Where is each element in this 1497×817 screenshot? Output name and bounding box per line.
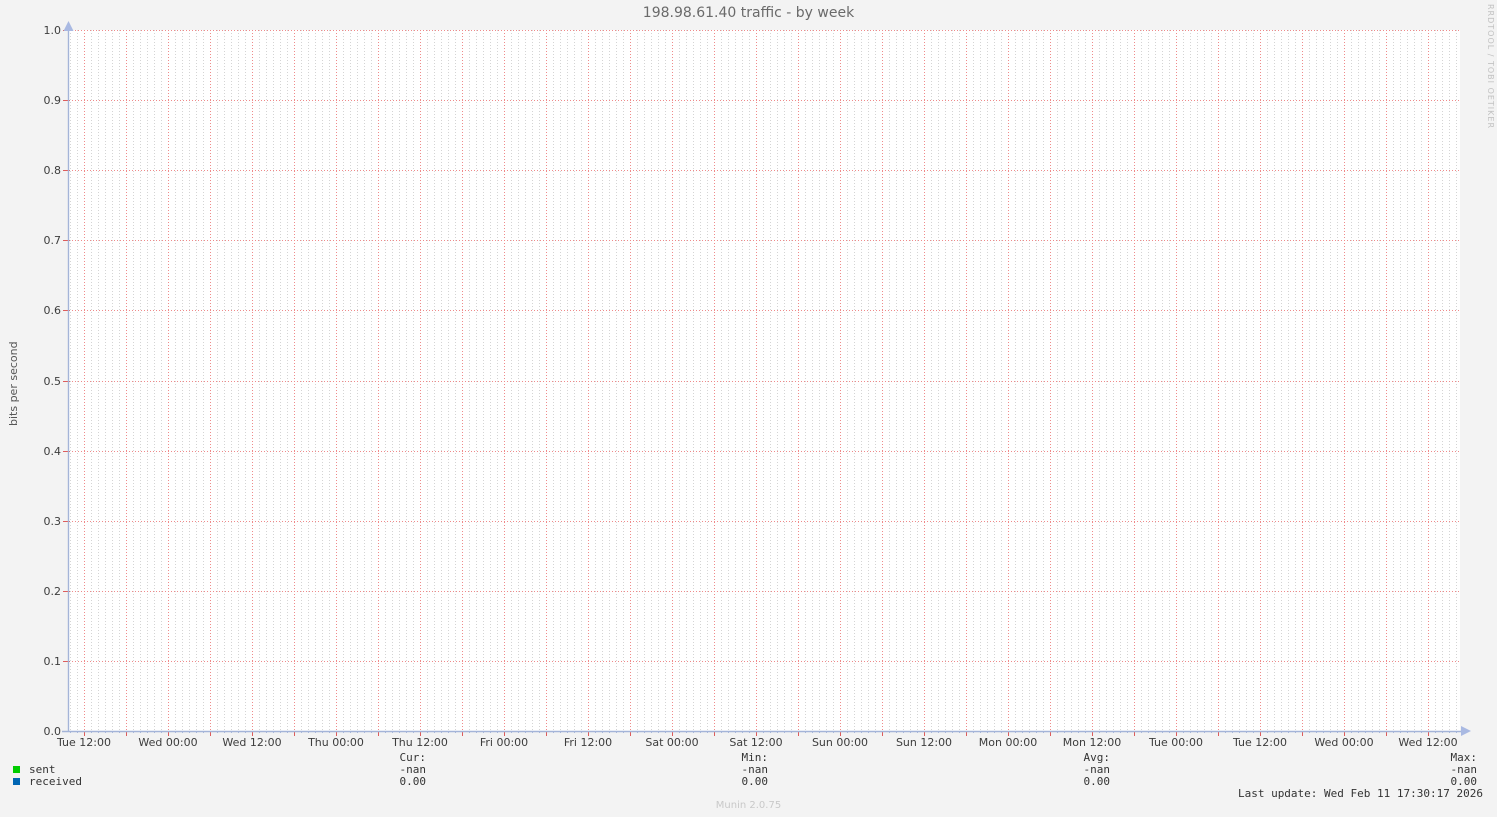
- column-header-min: Min:: [741, 751, 769, 764]
- sent-cur-value: -nan: [399, 763, 427, 776]
- received-max-value: 0.00: [1450, 775, 1478, 788]
- sent-avg-value: -nan: [1083, 763, 1111, 776]
- y-tick-label: 0.2: [44, 585, 62, 598]
- y-tick-label: 0.9: [44, 94, 62, 107]
- sent-swatch: [13, 766, 20, 773]
- x-tick-label: Sun 12:00: [896, 736, 952, 749]
- y-axis-label: bits per second: [7, 341, 20, 426]
- received-avg-value: 0.00: [1083, 775, 1111, 788]
- received-min-value: 0.00: [741, 775, 769, 788]
- x-tick-label: Wed 12:00: [222, 736, 281, 749]
- rrdtool-watermark: RRDTOOL / TOBI OETIKER: [1486, 4, 1495, 130]
- munin-version: Munin 2.0.75: [715, 800, 782, 811]
- legend-label-sent: sent: [29, 763, 56, 776]
- y-tick-label: 1.0: [44, 24, 62, 37]
- x-tick-label: Wed 00:00: [138, 736, 197, 749]
- x-tick-label: Fri 00:00: [480, 736, 528, 749]
- y-tick-label: 0.3: [44, 515, 62, 528]
- y-axis-arrow: [63, 21, 74, 31]
- x-tick-label: Sat 12:00: [729, 736, 782, 749]
- column-header-max: Max:: [1450, 751, 1478, 764]
- x-tick-label: Wed 12:00: [1398, 736, 1457, 749]
- received-cur-value: 0.00: [399, 775, 427, 788]
- x-tick-label: Mon 00:00: [979, 736, 1037, 749]
- y-tick-label: 0.6: [44, 304, 62, 317]
- y-tick-label: 0.5: [44, 375, 62, 388]
- column-header-avg: Avg:: [1083, 751, 1111, 764]
- y-tick-label: 0.8: [44, 164, 62, 177]
- x-tick-label: Fri 12:00: [564, 736, 612, 749]
- x-tick-label: Mon 12:00: [1063, 736, 1121, 749]
- sent-max-value: -nan: [1450, 763, 1478, 776]
- x-tick-label: Thu 00:00: [307, 736, 364, 749]
- x-tick-label: Tue 00:00: [1148, 736, 1203, 749]
- last-update-text: Last update: Wed Feb 11 17:30:17 2026: [1237, 787, 1483, 800]
- received-swatch: [13, 778, 20, 785]
- y-tick-label: 0.4: [44, 445, 62, 458]
- x-axis-arrow: [1461, 726, 1471, 736]
- y-tick-label: 0.1: [44, 655, 62, 668]
- x-tick-label: Sat 00:00: [645, 736, 698, 749]
- x-tick-label: Sun 00:00: [812, 736, 868, 749]
- chart-canvas: 1.00.90.80.70.60.50.40.30.20.10.0Tue 12:…: [44, 21, 1471, 749]
- x-tick-label: Thu 12:00: [391, 736, 448, 749]
- y-tick-label: 0.7: [44, 234, 62, 247]
- x-tick-label: Tue 12:00: [1232, 736, 1287, 749]
- x-tick-label: Tue 12:00: [56, 736, 111, 749]
- sent-min-value: -nan: [741, 763, 769, 776]
- x-tick-label: Wed 00:00: [1314, 736, 1373, 749]
- column-header-cur: Cur:: [399, 751, 427, 764]
- legend-label-received: received: [29, 775, 82, 788]
